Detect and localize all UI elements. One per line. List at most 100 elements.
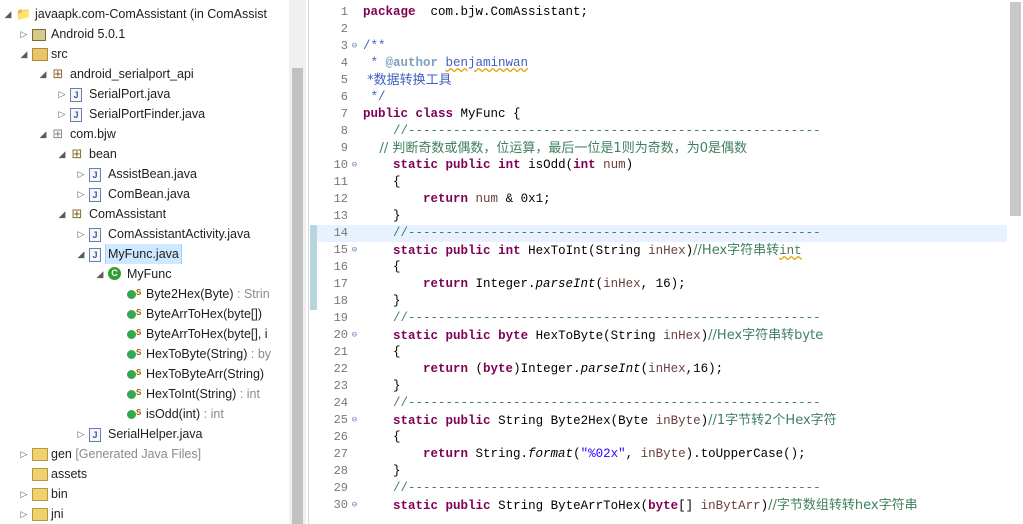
fold-toggle-icon[interactable]: ⊖ — [350, 497, 359, 514]
tree-item[interactable]: ▷ J ComAssistantActivity.java — [0, 224, 289, 244]
code-line[interactable]: 7 public class MyFunc { — [317, 106, 1007, 123]
expand-arrow-icon[interactable]: ▷ — [75, 164, 87, 184]
code-lines[interactable]: 1 package com.bjw.ComAssistant; 2 3 ⊖/** 4 * … — [317, 4, 1007, 514]
code-line[interactable]: 3 ⊖ /** — [317, 38, 1007, 55]
tree-item[interactable]: ▷ J SerialPort.java — [0, 84, 289, 104]
collapse-arrow-icon[interactable]: ◢ — [18, 44, 30, 64]
tree-item-label: Android 5.0.1 — [49, 24, 127, 44]
fold-toggle-icon[interactable]: ⊖ — [350, 157, 359, 174]
tree-item[interactable]: ▷ J SerialPortFinder.java — [0, 104, 289, 124]
code-line[interactable]: 30 ⊖ static public String ByteArrToHex(by… — [317, 497, 1007, 514]
tree-item[interactable]: ◢ ⊞ ComAssistant — [0, 204, 289, 224]
tree-item[interactable]: S ByteArrToHex(byte[]) — [0, 304, 289, 324]
line-number: 7 — [340, 107, 348, 121]
collapse-arrow-icon[interactable]: ◢ — [37, 64, 49, 84]
tree-item[interactable]: ◢ J MyFunc.java — [0, 244, 289, 264]
code-line[interactable]: 13 } — [317, 208, 1007, 225]
line-number: 26 — [333, 430, 348, 444]
tree-item[interactable]: S HexToByteArr(String) — [0, 364, 289, 384]
code-line[interactable]: 1 package com.bjw.ComAssistant; — [317, 4, 1007, 21]
fold-toggle-icon[interactable]: ⊖ — [350, 38, 359, 55]
tree-item-label: jni — [49, 504, 66, 524]
code-line[interactable]: 26 { — [317, 429, 1007, 446]
expand-arrow-icon[interactable]: ▷ — [56, 84, 68, 104]
tree-item[interactable]: S HexToInt(String) : int — [0, 384, 289, 404]
expand-arrow-icon[interactable]: ▷ — [18, 24, 30, 44]
fold-toggle-icon[interactable]: ⊖ — [350, 412, 359, 429]
collapse-arrow-icon[interactable]: ◢ — [75, 244, 87, 264]
code-line[interactable]: 17 return Integer.parseInt(inHex, 16); — [317, 276, 1007, 293]
tree-item[interactable]: ◢ ⊞ android_serialport_api — [0, 64, 289, 84]
explorer-scrollbar-thumb[interactable] — [292, 68, 303, 524]
collapse-arrow-icon[interactable]: ◢ — [2, 4, 14, 24]
tree-item[interactable]: ◢ ⊞ com.bjw — [0, 124, 289, 144]
code-line[interactable]: 27 return String.format("%02x", inByte).… — [317, 446, 1007, 463]
tree-item[interactable]: ▷ J AssistBean.java — [0, 164, 289, 184]
tree-item[interactable]: ▷ gen [Generated Java Files] — [0, 444, 289, 464]
fold-toggle-icon[interactable]: ⊖ — [350, 242, 359, 259]
code-line[interactable]: 23 } — [317, 378, 1007, 395]
tree-item[interactable]: S Byte2Hex(Byte) : Strin — [0, 284, 289, 304]
code-line[interactable]: 20 ⊖ static public byte HexToByte(String … — [317, 327, 1007, 344]
code-editor[interactable]: 1 package com.bjw.ComAssistant; 2 3 ⊖/** 4 * … — [308, 0, 1023, 524]
line-number: 12 — [333, 192, 348, 206]
tree-item[interactable]: ◢ 📁 javaapk.com-ComAssistant (in ComAssist — [0, 4, 289, 24]
code-text: } — [363, 463, 401, 480]
static-method-icon — [127, 410, 136, 419]
expand-arrow-icon[interactable]: ▷ — [75, 224, 87, 244]
code-line[interactable]: 25 ⊖ static public String Byte2Hex(Byte i… — [317, 412, 1007, 429]
expand-arrow-icon[interactable]: ▷ — [75, 424, 87, 444]
tree-item[interactable]: SisOdd(int) : int — [0, 404, 289, 424]
tree-item[interactable]: assets — [0, 464, 289, 484]
tree-item[interactable]: ▷ bin — [0, 484, 289, 504]
code-line[interactable]: 29 //-----------------------------------… — [317, 480, 1007, 497]
code-text: { — [363, 174, 401, 191]
code-line[interactable]: 24 //-----------------------------------… — [317, 395, 1007, 412]
collapse-arrow-icon[interactable]: ◢ — [56, 144, 68, 164]
collapse-arrow-icon[interactable]: ◢ — [94, 264, 106, 284]
code-line[interactable]: 16 { — [317, 259, 1007, 276]
tree-item-text: MyFunc.java — [108, 247, 179, 261]
tree-item[interactable]: ▷ J SerialHelper.java — [0, 424, 289, 444]
tree-item[interactable]: S HexToByte(String) : by — [0, 344, 289, 364]
static-method-icon — [127, 310, 136, 319]
fold-toggle-icon[interactable]: ⊖ — [350, 327, 359, 344]
expand-arrow-icon[interactable]: ▷ — [56, 104, 68, 124]
editor-scrollbar-thumb[interactable] — [1010, 2, 1021, 216]
expand-arrow-icon[interactable]: ▷ — [18, 484, 30, 504]
editor-scrollbar[interactable] — [1007, 0, 1023, 524]
code-line[interactable]: 18 } — [317, 293, 1007, 310]
code-line[interactable]: 8 //------------------------------------… — [317, 123, 1007, 140]
explorer-scrollbar[interactable] — [289, 0, 306, 524]
expand-arrow-icon[interactable]: ▷ — [18, 444, 30, 464]
tree-item[interactable]: S ByteArrToHex(byte[], i — [0, 324, 289, 344]
code-token: ,16); — [685, 362, 724, 376]
code-line[interactable]: 15 ⊖ static public int HexToInt(String in… — [317, 242, 1007, 259]
code-line[interactable]: 10 ⊖ static public int isOdd(int num) — [317, 157, 1007, 174]
code-line[interactable]: 12 return num & 0x1; — [317, 191, 1007, 208]
code-line[interactable]: 22 return (byte)Integer.parseInt(inHex,1… — [317, 361, 1007, 378]
tree-item[interactable]: ◢ src — [0, 44, 289, 64]
code-line[interactable]: 6 */ — [317, 89, 1007, 106]
code-line[interactable]: 21 { — [317, 344, 1007, 361]
code-line[interactable]: 2 — [317, 21, 1007, 38]
code-line[interactable]: 28 } — [317, 463, 1007, 480]
code-line[interactable]: 9 // 判断奇数或偶数，位运算，最后一位是1则为奇数，为0是偶数 — [317, 140, 1007, 157]
tree-item[interactable]: ▷ J ComBean.java — [0, 184, 289, 204]
code-line[interactable]: 19 //-----------------------------------… — [317, 310, 1007, 327]
expand-arrow-icon[interactable]: ▷ — [18, 504, 30, 524]
code-token: inByte — [655, 414, 701, 428]
tree-item[interactable]: ◢ ⊞ bean — [0, 144, 289, 164]
collapse-arrow-icon[interactable]: ◢ — [56, 204, 68, 224]
code-line[interactable]: 5 *数据转换工具 — [317, 72, 1007, 89]
collapse-arrow-icon[interactable]: ◢ — [37, 124, 49, 144]
tree-item[interactable]: ◢ C MyFunc — [0, 264, 289, 284]
tree-item[interactable]: ▷ jni — [0, 504, 289, 524]
code-line[interactable]: 11 { — [317, 174, 1007, 191]
tree-item[interactable]: ▷ Android 5.0.1 — [0, 24, 289, 44]
code-line[interactable]: 14 //-----------------------------------… — [317, 225, 1007, 242]
expand-arrow-icon[interactable]: ▷ — [75, 184, 87, 204]
code-token: )Integer. — [513, 362, 581, 376]
code-text: *数据转换工具 — [363, 72, 452, 90]
code-line[interactable]: 4 * @author benjaminwan — [317, 55, 1007, 72]
